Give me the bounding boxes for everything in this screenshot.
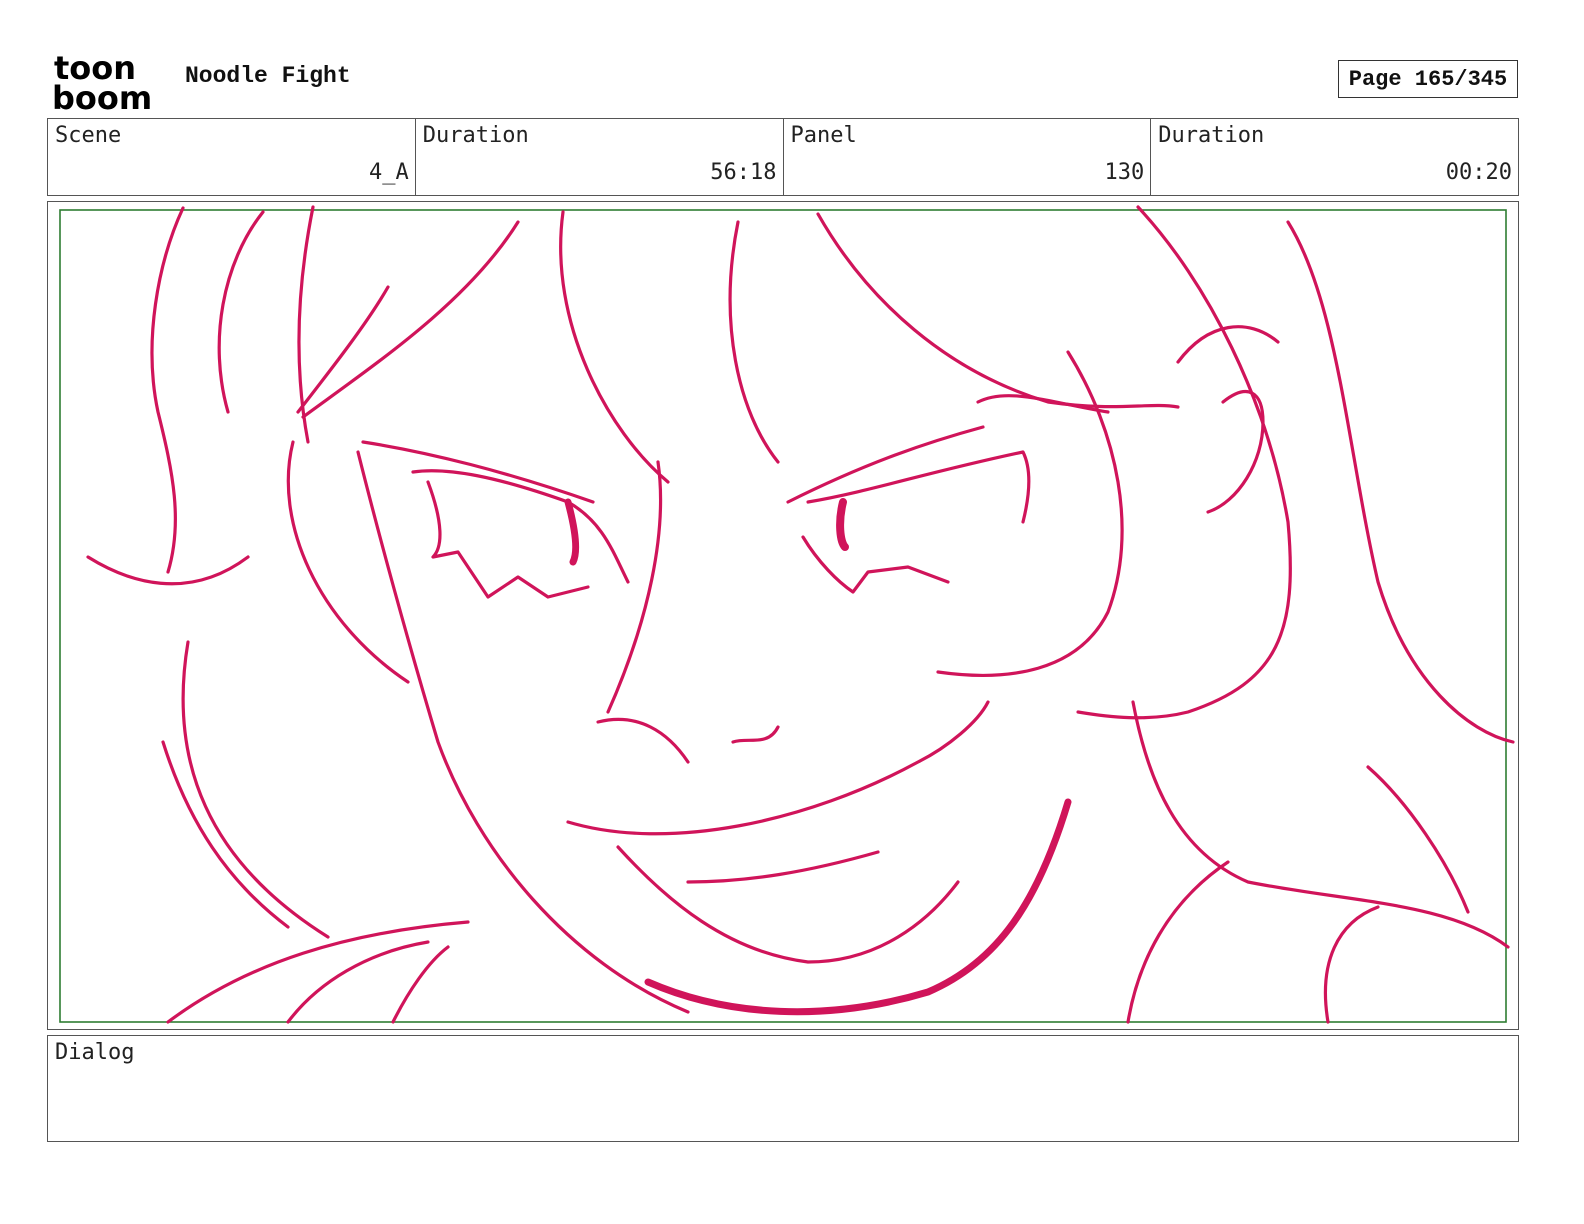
project-title: Noodle Fight <box>185 63 351 89</box>
page-indicator: Page 165/345 <box>1338 60 1518 98</box>
scene-duration-cell: Duration 56:18 <box>416 119 784 195</box>
dialog-label: Dialog <box>55 1040 135 1065</box>
nostril <box>731 725 780 744</box>
hair-middle-strand-2 <box>728 220 780 464</box>
panel-cell: Panel 130 <box>784 119 1152 195</box>
cheek-left <box>181 640 330 939</box>
hair-right-tip <box>1366 765 1470 914</box>
logo-line-2: boom <box>52 79 152 112</box>
ear-inner <box>1206 390 1265 514</box>
face-outline-left <box>286 440 410 684</box>
pupil-left <box>564 498 580 566</box>
panel-value: 130 <box>1104 160 1145 185</box>
scene-duration-label: Duration <box>422 123 529 148</box>
eye-left-top <box>411 469 630 584</box>
scene-label: Scene <box>55 123 122 148</box>
scene-cell: Scene 4_A <box>48 119 416 195</box>
hair-middle-strand <box>559 210 670 484</box>
hair-strand-long <box>301 220 520 419</box>
sketch-drawing <box>59 205 1515 1024</box>
pupil-right <box>836 498 849 551</box>
nose-bridge <box>606 460 663 714</box>
panel-duration-cell: Duration 00:20 <box>1151 119 1518 195</box>
shoulder-curve-left <box>161 740 290 929</box>
brow-right-tail <box>976 394 1110 414</box>
teeth-line <box>686 850 880 884</box>
scene-info-row: Scene 4_A Duration 56:18 Panel 130 Durat… <box>47 118 1519 196</box>
dialog-box: Dialog <box>47 1035 1519 1142</box>
hair-strand-diag <box>296 285 390 414</box>
neck-right <box>1131 700 1510 949</box>
storyboard-panel-frame <box>47 201 1519 1030</box>
hair-right-arc <box>816 212 1180 409</box>
brow-right <box>786 425 985 504</box>
hair-strand-left-2 <box>217 210 265 414</box>
collar-right <box>1126 860 1230 1024</box>
panel-duration-label: Duration <box>1158 123 1265 148</box>
toonboom-logo: toon boom <box>52 49 164 117</box>
brow-left <box>361 440 595 504</box>
mouth-lower <box>616 845 960 964</box>
hair-right-long <box>1286 220 1515 744</box>
logo-mark: toon boom <box>52 49 152 117</box>
collar-right-2 <box>1323 905 1380 1024</box>
collar-left <box>286 940 430 1024</box>
collar-left-2 <box>391 945 450 1024</box>
ear-right <box>1176 325 1280 364</box>
head-right-outline <box>1076 205 1292 720</box>
chin-shade <box>644 798 1072 1016</box>
eye-right-lower <box>801 535 950 594</box>
scene-duration-value: 56:18 <box>710 160 777 185</box>
cheek-right <box>936 350 1124 677</box>
panel-label: Panel <box>790 123 857 148</box>
panel-duration-value: 00:20 <box>1445 160 1512 185</box>
hair-strand-left <box>150 206 185 574</box>
character-sketch <box>86 205 1515 1024</box>
nose-tip <box>596 717 690 764</box>
scene-value: 4_A <box>369 160 409 185</box>
